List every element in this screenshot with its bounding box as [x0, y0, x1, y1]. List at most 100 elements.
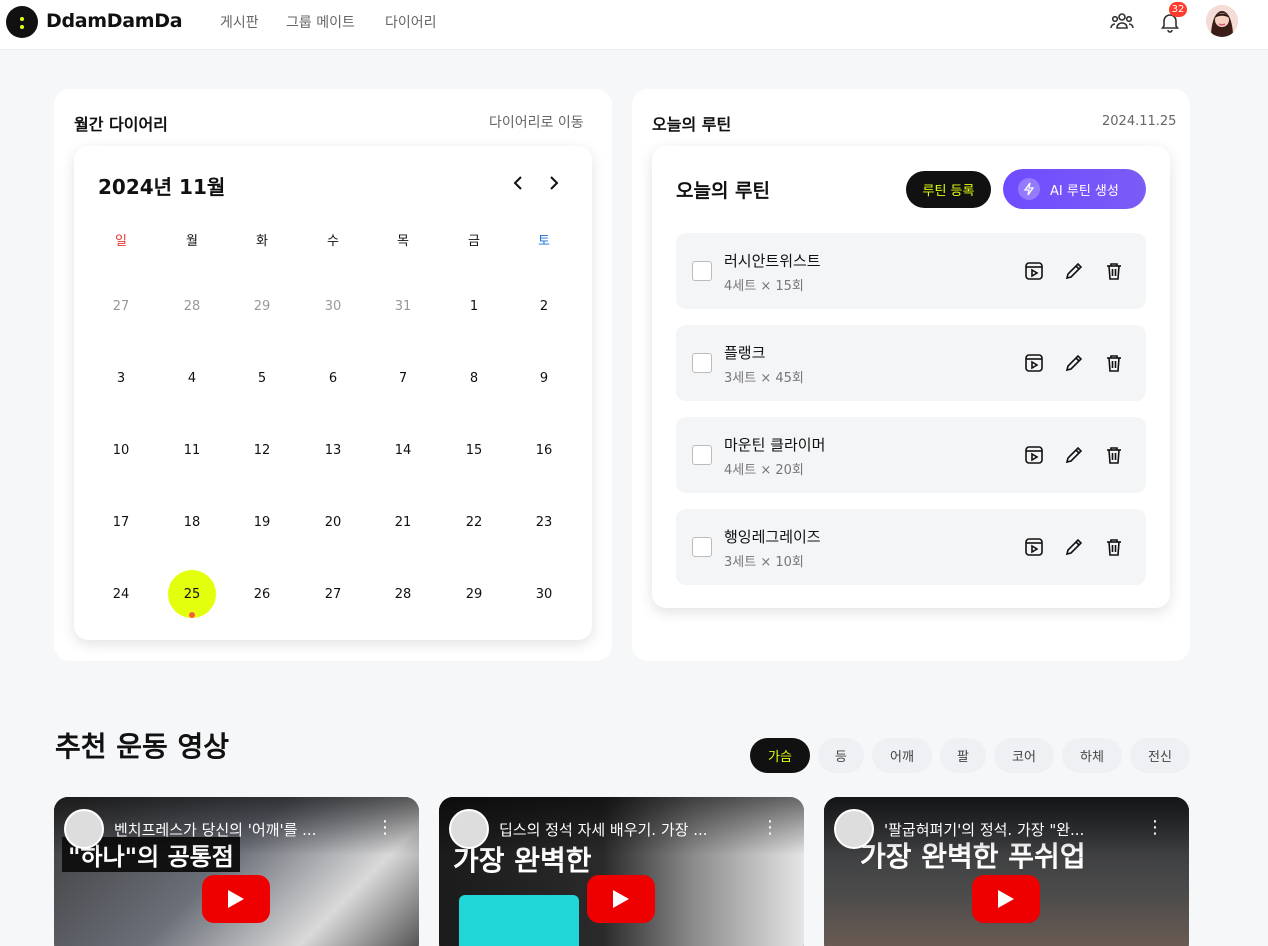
calendar-day[interactable]: 30 — [509, 558, 579, 630]
routine-checkbox[interactable] — [692, 261, 712, 281]
routine-card-title: 오늘의 루틴 — [652, 115, 732, 134]
calendar-day[interactable]: 23 — [509, 486, 579, 558]
exercise-sets: 3세트 × 45회 — [724, 371, 804, 386]
diary-title: 월간 다이어리 — [74, 115, 168, 134]
routine-panel: 오늘의 루틴 루틴 등록 AI 루틴 생성 러시안트위스트 4세트 × 15회 … — [652, 146, 1170, 608]
calendar-day[interactable]: 6 — [298, 342, 368, 414]
video-card[interactable]: 가장 완벽한 딥스의 정석 자세 배우기. 가장 ... ⋮ — [439, 797, 804, 946]
chip-core[interactable]: 코어 — [994, 738, 1054, 773]
avatar[interactable] — [1206, 5, 1238, 37]
calendar-day[interactable]: 22 — [439, 486, 509, 558]
calendar-day[interactable]: 31 — [368, 270, 438, 342]
routine-checkbox[interactable] — [692, 537, 712, 557]
calendar-day[interactable]: 15 — [439, 414, 509, 486]
calendar-day[interactable]: 9 — [509, 342, 579, 414]
routine-checkbox[interactable] — [692, 445, 712, 465]
routine-date: 2024.11.25 — [1102, 114, 1177, 129]
video-card[interactable]: 가장 완벽한 푸쉬업 '팔굽혀펴기'의 정석. 가장 "완... ⋮ — [824, 797, 1189, 946]
group-icon[interactable] — [1108, 8, 1136, 36]
calendar-day[interactable]: 11 — [157, 414, 227, 486]
calendar-day[interactable]: 19 — [227, 486, 297, 558]
calendar-day[interactable]: 30 — [298, 270, 368, 342]
edit-icon[interactable] — [1062, 351, 1086, 375]
video-card[interactable]: "하나"의 공통점 벤치프레스가 당신의 '어깨'를 ... ⋮ — [54, 797, 419, 946]
routine-checkbox[interactable] — [692, 353, 712, 373]
calendar-day[interactable]: 27 — [298, 558, 368, 630]
logo-icon[interactable] — [6, 6, 38, 38]
calendar-day[interactable]: 1 — [439, 270, 509, 342]
calendar-day[interactable]: 21 — [368, 486, 438, 558]
nav-diary[interactable]: 다이어리 — [385, 12, 437, 32]
calendar-day[interactable]: 20 — [298, 486, 368, 558]
weekday-fri: 금 — [468, 234, 480, 249]
exercise-name: 러시안트위스트 — [724, 252, 821, 270]
exercise-sets: 4세트 × 15회 — [724, 279, 804, 294]
chip-back[interactable]: 등 — [818, 738, 864, 773]
calendar-day[interactable]: 29 — [439, 558, 509, 630]
nav-group-mate[interactable]: 그룹 메이트 — [286, 12, 355, 32]
calendar: 2024년 11월 일 월 화 수 목 금 토 27 28 29 30 31 1… — [74, 146, 592, 640]
video-icon[interactable] — [1022, 259, 1046, 283]
register-routine-button[interactable]: 루틴 등록 — [906, 171, 991, 208]
calendar-day[interactable]: 16 — [509, 414, 579, 486]
calendar-day[interactable]: 3 — [86, 342, 156, 414]
more-options-icon[interactable]: ⋮ — [761, 819, 779, 839]
video-icon[interactable] — [1022, 535, 1046, 559]
weekday-sun: 일 — [115, 234, 127, 249]
calendar-day[interactable]: 7 — [368, 342, 438, 414]
go-to-diary-link[interactable]: 다이어리로 이동 — [489, 112, 584, 132]
chip-chest[interactable]: 가슴 — [750, 738, 810, 773]
chip-shoulder[interactable]: 어깨 — [872, 738, 932, 773]
weekday-mon: 월 — [186, 234, 198, 249]
prev-month-button[interactable] — [507, 172, 529, 194]
calendar-day[interactable]: 28 — [368, 558, 438, 630]
calendar-day[interactable]: 27 — [86, 270, 156, 342]
calendar-day[interactable]: 2 — [509, 270, 579, 342]
calendar-day[interactable]: 28 — [157, 270, 227, 342]
weekday-thu: 목 — [397, 234, 409, 249]
routine-item: 마운틴 클라이머 4세트 × 20회 — [676, 417, 1146, 493]
calendar-day-today[interactable]: 25 — [157, 558, 227, 630]
delete-icon[interactable] — [1102, 259, 1126, 283]
calendar-day[interactable]: 8 — [439, 342, 509, 414]
play-icon[interactable] — [587, 875, 655, 923]
calendar-day[interactable]: 13 — [298, 414, 368, 486]
edit-icon[interactable] — [1062, 443, 1086, 467]
more-options-icon[interactable]: ⋮ — [376, 819, 394, 839]
video-icon[interactable] — [1022, 443, 1046, 467]
calendar-day[interactable]: 14 — [368, 414, 438, 486]
calendar-day[interactable]: 26 — [227, 558, 297, 630]
calendar-day[interactable]: 10 — [86, 414, 156, 486]
calendar-day[interactable]: 5 — [227, 342, 297, 414]
more-options-icon[interactable]: ⋮ — [1146, 819, 1164, 839]
delete-icon[interactable] — [1102, 535, 1126, 559]
calendar-day[interactable]: 12 — [227, 414, 297, 486]
calendar-day[interactable]: 17 — [86, 486, 156, 558]
chip-lower-body[interactable]: 하체 — [1062, 738, 1122, 773]
delete-icon[interactable] — [1102, 351, 1126, 375]
play-icon[interactable] — [972, 875, 1040, 923]
exercise-name: 플랭크 — [724, 344, 766, 362]
edit-icon[interactable] — [1062, 535, 1086, 559]
calendar-day[interactable]: 4 — [157, 342, 227, 414]
edit-icon[interactable] — [1062, 259, 1086, 283]
channel-avatar — [449, 809, 489, 849]
exercise-sets: 3세트 × 10회 — [724, 555, 804, 570]
diary-entry-dot — [189, 612, 195, 618]
calendar-day[interactable]: 18 — [157, 486, 227, 558]
routine-item: 행잉레그레이즈 3세트 × 10회 — [676, 509, 1146, 585]
ai-routine-button[interactable]: AI 루틴 생성 — [1003, 169, 1146, 209]
delete-icon[interactable] — [1102, 443, 1126, 467]
channel-avatar — [834, 809, 874, 849]
calendar-day[interactable]: 24 — [86, 558, 156, 630]
video-icon[interactable] — [1022, 351, 1046, 375]
play-icon[interactable] — [202, 875, 270, 923]
brand-name[interactable]: DdamDamDa — [46, 10, 183, 32]
chip-full-body[interactable]: 전신 — [1130, 738, 1190, 773]
nav-board[interactable]: 게시판 — [220, 12, 259, 32]
top-header: DdamDamDa 게시판 그룹 메이트 다이어리 32 — [0, 0, 1268, 50]
calendar-day[interactable]: 29 — [227, 270, 297, 342]
next-month-button[interactable] — [543, 172, 565, 194]
video-title: 딥스의 정석 자세 배우기. 가장 ... — [499, 821, 708, 839]
chip-arm[interactable]: 팔 — [940, 738, 986, 773]
